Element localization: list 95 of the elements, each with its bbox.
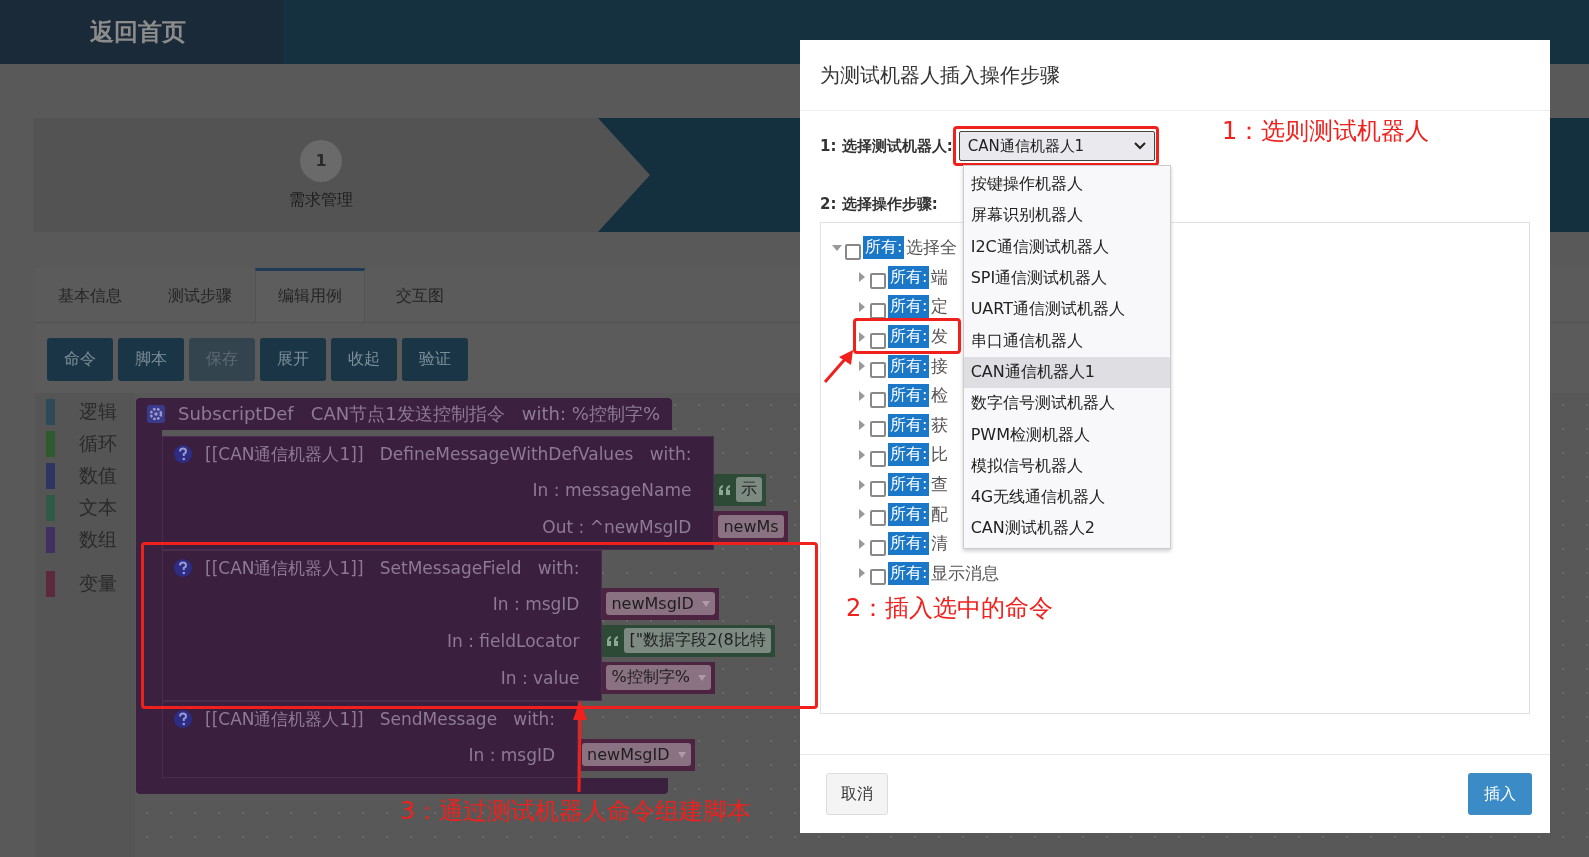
toolbar-button[interactable]: 收起	[331, 338, 397, 381]
checkbox[interactable]	[845, 243, 861, 260]
help-icon	[173, 444, 193, 464]
tree-tag: 所有:	[888, 354, 930, 378]
command-block[interactable]: [[CAN通信机器人1]] SetMessageField with: In : msgID In : fieldLocator In : value	[162, 550, 603, 701]
param-label: Out : ^newMsgID	[542, 515, 692, 539]
command-block[interactable]: [[CAN通信机器人1]] DefineMessageWithDefValues with: In : messageName Out : ^newMsgID	[162, 436, 715, 550]
block-title: SubscriptDef CAN节点1发送控制指令 with: %控制字%	[178, 402, 660, 426]
param-label: In : fieldLocator	[447, 629, 580, 653]
dropdown-option[interactable]: 串口通信机器人	[963, 325, 1170, 357]
text-block[interactable]: ["数据字段2(8比特	[602, 624, 775, 657]
tree-tag: 所有:	[888, 502, 930, 526]
block-title: [[CAN通信机器人1]] SetMessageField with:	[205, 556, 580, 580]
variable-block[interactable]: newMsgID	[602, 587, 719, 620]
robot-select[interactable]: CAN通信机器人1	[958, 131, 1155, 161]
tree-tag: 所有:	[888, 561, 930, 585]
tree-item-label[interactable]: 清	[931, 532, 949, 556]
text-block[interactable]: 示	[714, 473, 767, 506]
dropdown-option[interactable]: 4G无线通信机器人	[963, 481, 1170, 514]
chevron-down-icon	[1133, 142, 1146, 150]
tree-item-label[interactable]: 配	[931, 502, 949, 526]
tree-tag: 所有:	[863, 236, 905, 260]
tree-tag: 所有:	[888, 295, 930, 319]
tree-item-label[interactable]: 检	[931, 384, 949, 408]
tree-tag: 所有:	[888, 384, 930, 408]
quote-icon	[718, 483, 733, 496]
quote-icon	[606, 634, 621, 647]
tree-tag: 所有:	[888, 532, 930, 556]
subscript-block-header[interactable]: SubscriptDef CAN节点1发送控制指令 with: %控制字%	[136, 398, 672, 430]
tree-item-label[interactable]: 查	[931, 473, 949, 497]
param-label: In : messageName	[532, 478, 692, 502]
checkbox[interactable]	[870, 273, 886, 290]
block-title: [[CAN通信机器人1]] DefineMessageWithDefValues with:	[205, 442, 692, 466]
toolbar-button[interactable]: 验证	[402, 338, 468, 381]
tree-tag: 所有:	[888, 473, 930, 497]
toolbar-button[interactable]: 脚本	[118, 338, 184, 381]
checkbox[interactable]	[870, 480, 886, 497]
annotation-text: 2：插入选中的命令	[846, 593, 1054, 624]
dropdown-option[interactable]: 按键操作机器人	[963, 169, 1170, 201]
checkbox[interactable]	[870, 569, 886, 586]
checkbox[interactable]	[870, 450, 886, 467]
dropdown-option[interactable]: 数字信号测试机器人	[963, 388, 1170, 420]
help-icon	[173, 709, 193, 729]
toolbar-button[interactable]: 展开	[260, 338, 326, 381]
help-icon	[173, 558, 193, 578]
caret-icon	[677, 751, 686, 758]
param-label: In : value	[500, 666, 580, 690]
field-label: 1: 选择测试机器人:	[820, 136, 953, 156]
param-label: In : msgID	[468, 743, 556, 767]
dropdown-option[interactable]: UART通信测试机器人	[963, 294, 1170, 326]
tree-item-label[interactable]: 发	[931, 325, 949, 349]
dialog-title: 为测试机器人插入操作步骤	[820, 61, 1060, 89]
dropdown-option[interactable]: 模拟信号机器人	[963, 450, 1170, 482]
tree-tag: 所有:	[888, 443, 930, 467]
dropdown-option[interactable]: 屏幕识别机器人	[963, 200, 1170, 232]
tree-tag: 所有:	[888, 413, 930, 437]
step-number: 1	[300, 139, 342, 182]
tree-tag: 所有:	[888, 325, 930, 349]
annotation-text: 1：选则测试机器人	[1222, 116, 1430, 147]
home-link[interactable]: 返回首页	[0, 0, 283, 64]
arrow	[822, 348, 856, 384]
tree-item-label[interactable]: 比	[931, 443, 949, 467]
tree-item-label[interactable]: 获	[931, 413, 949, 437]
insert-button[interactable]: 插入	[1468, 773, 1532, 815]
tree-item-label[interactable]: 定	[931, 295, 949, 319]
variable-block[interactable]: newMs	[714, 510, 788, 543]
checkbox[interactable]	[870, 510, 886, 527]
tree-item-label[interactable]: 端	[931, 265, 949, 289]
toolbar-button[interactable]: 命令	[47, 338, 113, 381]
dropdown-option[interactable]: CAN通信机器人1	[963, 356, 1170, 389]
tree-tag: 所有:	[888, 265, 930, 289]
cancel-button[interactable]: 取消	[826, 773, 888, 815]
annotation-text: 3：通过测试机器人命令组建脚本	[400, 796, 752, 827]
param-label: In : msgID	[492, 592, 580, 616]
checkbox[interactable]	[870, 421, 886, 438]
dropdown-option[interactable]: PWM检测机器人	[963, 419, 1170, 451]
variable-block[interactable]: %控制字%	[602, 661, 715, 694]
dropdown-option[interactable]: I2C通信测试机器人	[963, 231, 1170, 263]
checkbox[interactable]	[870, 303, 886, 319]
gear-icon	[146, 404, 166, 424]
caret-icon	[697, 674, 706, 681]
dropdown-option[interactable]: SPI通信测试机器人	[963, 262, 1170, 295]
block-title: [[CAN通信机器人1]] SendMessage with:	[205, 707, 556, 731]
variable-block[interactable]: newMsgID	[578, 738, 695, 771]
tree-item-label[interactable]: 选择全	[906, 236, 958, 260]
checkbox[interactable]	[870, 539, 886, 556]
checkbox[interactable]	[870, 391, 886, 408]
checkbox[interactable]	[870, 332, 886, 349]
caret-icon	[701, 600, 710, 607]
dropdown-option[interactable]: CAN测试机器人2	[963, 513, 1170, 545]
command-block[interactable]: [[CAN通信机器人1]] SendMessage with: In : msgID	[162, 701, 579, 778]
field-label: 2: 选择操作步骤:	[820, 195, 939, 214]
tree-item-label[interactable]: 显示消息	[931, 561, 1000, 585]
tree-item-label[interactable]: 接	[931, 354, 949, 378]
checkbox[interactable]	[870, 362, 886, 379]
